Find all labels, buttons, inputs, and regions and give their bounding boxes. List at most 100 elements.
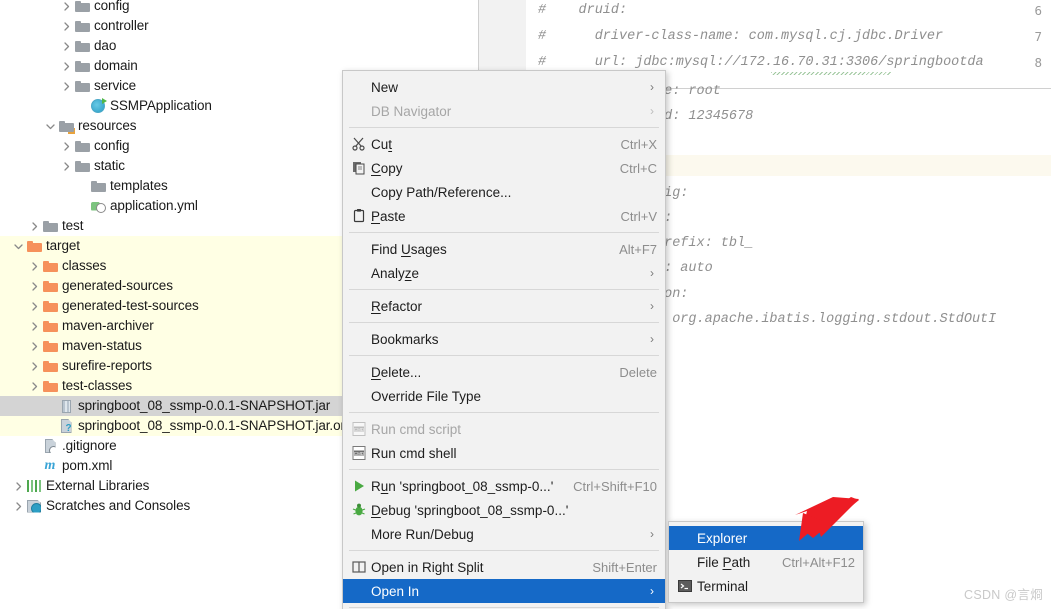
menu-item-explorer[interactable]: Explorer — [669, 526, 863, 550]
menu-item-debug-config[interactable]: Debug 'springboot_08_ssmp-0...' — [343, 498, 665, 522]
cmd-icon: CMD — [347, 445, 371, 461]
folder-icon — [41, 316, 59, 336]
tree-twisty-expanded[interactable] — [12, 236, 25, 256]
tree-twisty-collapsed[interactable] — [28, 256, 41, 276]
menu-item-label: Override File Type — [371, 389, 657, 404]
tree-item-label: generated-test-sources — [62, 296, 199, 316]
folder-icon — [73, 56, 91, 76]
menu-item-copy-path[interactable]: Copy Path/Reference... — [343, 180, 665, 204]
tree-indent — [0, 16, 60, 36]
jar-file-icon — [57, 396, 75, 416]
folder-icon — [43, 320, 58, 332]
menu-item-label: Run cmd script — [371, 422, 657, 437]
svg-text:CMD: CMD — [354, 451, 365, 456]
menu-item-run-cmd-shell[interactable]: CMDRun cmd shell — [343, 441, 665, 465]
folder-icon — [75, 160, 90, 172]
menu-item-open-right-split[interactable]: Open in Right SplitShift+Enter — [343, 555, 665, 579]
menu-item-cut[interactable]: Cut Ctrl+X — [343, 132, 665, 156]
tree-twisty-collapsed[interactable] — [60, 136, 73, 156]
tree-twisty-collapsed[interactable] — [28, 356, 41, 376]
folder-icon — [73, 76, 91, 96]
mnemonic-underline: C — [371, 161, 381, 176]
tree-twisty-expanded[interactable] — [44, 116, 57, 136]
folder-icon — [73, 136, 91, 156]
tree-indent — [0, 336, 28, 356]
mnemonic-underline: P — [723, 555, 732, 570]
tree-item-label: pom.xml — [62, 456, 112, 476]
tree-indent — [0, 476, 12, 496]
folder-icon — [27, 240, 42, 252]
tree-twisty-collapsed[interactable] — [60, 56, 73, 76]
tree-twisty-collapsed[interactable] — [60, 36, 73, 56]
editor-clipped-line: prefix: tbl_ — [656, 236, 753, 251]
library-icon — [25, 476, 43, 496]
tree-twisty-collapsed[interactable] — [12, 496, 25, 516]
menu-item-terminal[interactable]: Terminal — [669, 574, 863, 598]
scratches-icon — [25, 496, 43, 516]
folder-icon — [91, 180, 106, 192]
chevron-right-icon: › — [647, 332, 657, 346]
menu-item-bookmarks[interactable]: Bookmarks› — [343, 327, 665, 351]
tree-twisty-collapsed[interactable] — [28, 376, 41, 396]
menu-item-label: DB Navigator — [371, 104, 637, 119]
split-icon — [347, 559, 371, 575]
csdn-watermark: CSDN @言烱 — [964, 584, 1043, 603]
menu-separator — [349, 289, 659, 290]
yaml-file-icon — [89, 196, 107, 216]
menu-item-copy[interactable]: CopyCtrl+C — [343, 156, 665, 180]
menu-item-override-file-type[interactable]: Override File Type — [343, 384, 665, 408]
menu-item-label: Cut — [371, 137, 607, 152]
context-menu[interactable]: New›DB Navigator›CutCtrl+XCopyCtrl+CCopy… — [342, 70, 666, 609]
folder-icon — [43, 280, 58, 292]
menu-item-find-usages[interactable]: Find UsagesAlt+F7 — [343, 237, 665, 261]
tree-row[interactable]: dao — [0, 36, 478, 56]
menu-item-shortcut: Ctrl+X — [621, 137, 657, 152]
mnemonic-underline: D — [371, 365, 381, 380]
tree-twisty-collapsed[interactable] — [12, 476, 25, 496]
menu-item-file-path[interactable]: File PathCtrl+Alt+F12 — [669, 550, 863, 574]
tree-item-label: surefire-reports — [62, 356, 152, 376]
chevron-right-icon: › — [647, 527, 657, 541]
menu-item-new[interactable]: New› — [343, 75, 665, 99]
tree-item-label: springboot_08_ssmp-0.0.1-SNAPSHOT.jar.or… — [78, 416, 366, 436]
tree-item-label: External Libraries — [46, 476, 149, 496]
gitignore-file-icon — [41, 436, 59, 456]
menu-item-db-navigator[interactable]: DB Navigator› — [343, 99, 665, 123]
tree-twisty-collapsed[interactable] — [28, 316, 41, 336]
tree-twisty-collapsed[interactable] — [28, 296, 41, 316]
menu-item-analyze[interactable]: Analyze › — [343, 261, 665, 285]
menu-item-refactor[interactable]: Refactor› — [343, 294, 665, 318]
folder-icon — [75, 0, 90, 12]
tree-item-label: application.yml — [110, 196, 198, 216]
tree-twisty-collapsed[interactable] — [60, 76, 73, 96]
tree-twisty-collapsed[interactable] — [60, 156, 73, 176]
folder-icon — [43, 340, 58, 352]
tree-twisty-collapsed[interactable] — [60, 0, 73, 16]
menu-item-label: More Run/Debug — [371, 527, 637, 542]
editor-line-number: 8 — [1034, 55, 1042, 70]
menu-item-shortcut: Ctrl+V — [621, 209, 657, 224]
tree-twisty-collapsed[interactable] — [60, 16, 73, 36]
folder-icon — [41, 256, 59, 276]
scissors-icon — [347, 136, 371, 152]
menu-separator — [349, 469, 659, 470]
tree-twisty-collapsed[interactable] — [28, 276, 41, 296]
tree-indent — [0, 156, 60, 176]
menu-item-open-in[interactable]: Open In› — [343, 579, 665, 603]
tree-row[interactable]: controller — [0, 16, 478, 36]
folder-icon — [75, 40, 90, 52]
tree-twisty-collapsed[interactable] — [28, 336, 41, 356]
tree-row[interactable]: config — [0, 0, 478, 16]
open-in-submenu[interactable]: ExplorerFile PathCtrl+Alt+F12Terminal — [668, 521, 864, 603]
menu-item-run-config[interactable]: Run 'springboot_08_ssmp-0...'Ctrl+Shift+… — [343, 474, 665, 498]
editor-clipped-line: rd: 12345678 — [656, 109, 753, 124]
tree-twisty-collapsed[interactable] — [28, 216, 41, 236]
menu-item-more-run-debug[interactable]: More Run/Debug › — [343, 522, 665, 546]
tree-indent — [0, 0, 60, 16]
tree-indent — [0, 96, 76, 116]
menu-item-run-cmd-script[interactable]: CMDRun cmd script — [343, 417, 665, 441]
menu-item-paste[interactable]: PasteCtrl+V — [343, 204, 665, 228]
chevron-right-icon: › — [647, 266, 657, 280]
menu-item-label: Analyze — [371, 266, 637, 281]
menu-item-delete[interactable]: Delete...Delete — [343, 360, 665, 384]
